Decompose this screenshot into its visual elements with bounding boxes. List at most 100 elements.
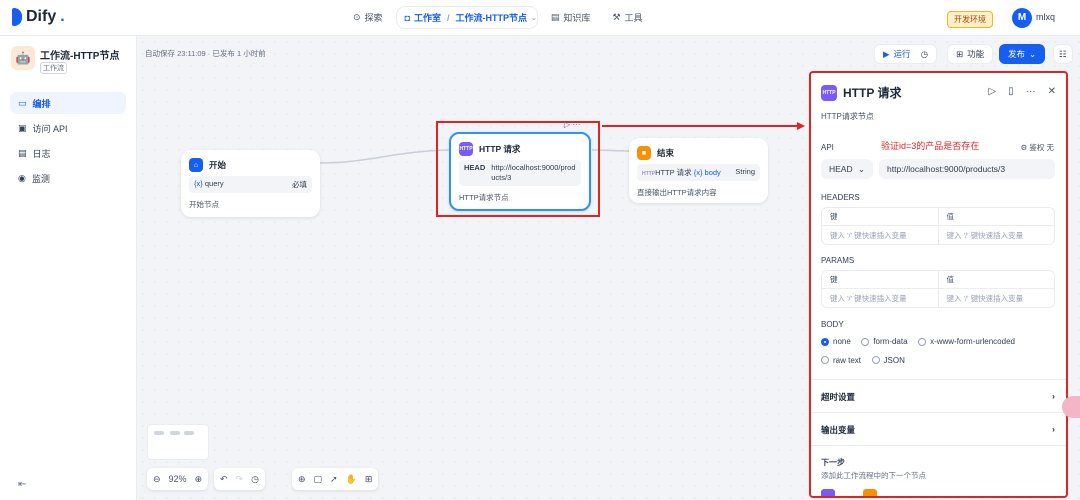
monitor-icon: ◉ xyxy=(18,172,26,183)
end-node-title: 结束 xyxy=(657,148,675,158)
canvas-tools: ⊕ ▢ ➚ ✋ ⊞ xyxy=(292,468,379,490)
http-node-header: HTTP HTTP 请求 xyxy=(451,134,589,160)
breadcrumb-separator: / xyxy=(447,12,450,23)
organize-icon[interactable]: ⊞ xyxy=(365,474,373,485)
note-icon[interactable]: ▢ xyxy=(314,474,323,485)
param-key-input[interactable]: 键入 '/' 键快速插入变量 xyxy=(822,289,938,307)
username[interactable]: mlxq xyxy=(1036,12,1055,22)
node-actions[interactable]: ▷ ··· xyxy=(564,120,580,129)
redo-icon[interactable]: ↷ xyxy=(236,474,244,485)
panel-title-text[interactable]: HTTP 请求 xyxy=(843,84,901,101)
body-option-json[interactable]: JSON xyxy=(871,356,905,365)
body-option-urlencoded[interactable]: x-www-form-urlencoded xyxy=(918,337,1015,346)
start-node[interactable]: ⌂ 开始 {x} query 必填 开始节点 xyxy=(181,150,320,217)
zoom-level[interactable]: 92% xyxy=(169,474,187,484)
table-header-row: 键 值 xyxy=(822,271,1054,289)
url-input[interactable]: http://localhost:9000/products/3 xyxy=(879,159,1055,179)
radio-selected-icon xyxy=(821,337,829,346)
http-node[interactable]: HTTP HTTP 请求 HEAD http://localhost:9000/… xyxy=(449,132,591,211)
flag-icon: ■ xyxy=(637,146,651,160)
top-nav: ⊙ 探索 ◘ 工作室 / 工作流-HTTP节点 ⌄ ▤ 知识库 ⚒ 工具 xyxy=(345,7,651,28)
auth-button[interactable]: ⚙ 鉴权 无 xyxy=(1021,142,1054,153)
file-icon: ▤ xyxy=(18,147,27,158)
layout-icon: ▭ xyxy=(18,97,27,108)
app-name[interactable]: 工作流-HTTP节点 xyxy=(40,47,119,62)
http-node-desc: HTTP请求节点 xyxy=(459,192,509,202)
annotation-text: 验证id=3的产品是否存在 xyxy=(881,141,980,151)
version-history-icon[interactable]: ◷ xyxy=(251,474,259,485)
chevron-down-icon: ⌄ xyxy=(857,163,865,174)
sidebar-item-label: 日志 xyxy=(32,148,51,159)
panel-title: HTTP HTTP 请求 xyxy=(821,84,901,101)
more-icon[interactable]: ··· xyxy=(1026,86,1036,97)
pointer-icon[interactable]: ➚ xyxy=(330,474,338,485)
minimap[interactable] xyxy=(147,424,209,460)
start-node-desc: 开始节点 xyxy=(189,200,219,209)
timeout-section[interactable]: 超时设置 › xyxy=(821,391,1055,403)
edge-start-http xyxy=(319,149,450,164)
sidebar-item-api[interactable]: ▣ 访问 API xyxy=(10,117,126,139)
undo-icon[interactable]: ↶ xyxy=(220,474,228,485)
nav-studio[interactable]: ◘ 工作室 / 工作流-HTTP节点 ⌄ xyxy=(396,7,537,28)
dify-logo[interactable]: Dify. xyxy=(12,8,65,26)
chevron-down-icon: ⌄ xyxy=(531,14,537,22)
http-url: http://localhost:9000/products/3 xyxy=(491,163,576,182)
avatar[interactable]: M xyxy=(1012,8,1032,28)
http-icon: HTTP xyxy=(821,84,837,101)
end-variable-name: body xyxy=(704,168,721,177)
book-icon[interactable]: ▯ xyxy=(1008,86,1014,97)
next-step-desc: 添加此工作流程中的下一个节点 xyxy=(821,471,926,480)
body-option-none[interactable]: none xyxy=(821,337,851,346)
end-node[interactable]: ■ 结束 HTTPHTTP 请求 {x} body String 直接输出HTT… xyxy=(629,138,768,203)
panel-actions: ▷ ▯ ··· ✕ xyxy=(988,86,1056,97)
chevron-right-icon: › xyxy=(1052,391,1055,401)
chevron-right-icon: › xyxy=(1052,424,1055,434)
floating-helper-icon[interactable] xyxy=(1062,396,1080,418)
env-badge: 开发环境 xyxy=(947,11,993,28)
panel-description[interactable]: HTTP请求节点 xyxy=(821,111,874,122)
tool-icon: ⚒ xyxy=(612,12,621,22)
zoom-in-icon[interactable]: ⊕ xyxy=(195,474,203,485)
radio-icon xyxy=(861,337,870,346)
nav-tools[interactable]: ⚒ 工具 xyxy=(604,7,650,28)
header-key-input[interactable]: 键入 '/' 键快速插入变量 xyxy=(822,226,938,244)
nav-explore[interactable]: ⊙ 探索 xyxy=(345,7,391,28)
play-icon[interactable]: ▷ xyxy=(988,86,996,97)
body-option-raw-text[interactable]: raw text xyxy=(821,356,861,365)
logo-mark xyxy=(12,8,22,26)
history-controls: ↶ ↷ ◷ xyxy=(214,468,265,490)
app-icon: 🤖 xyxy=(11,46,35,70)
sidebar-item-logs[interactable]: ▤ 日志 xyxy=(10,142,126,164)
nav-current-app[interactable]: 工作流-HTTP节点 xyxy=(456,11,528,24)
param-value-input[interactable]: 键入 '/' 键快速插入变量 xyxy=(937,289,1055,307)
start-variable-name: query xyxy=(204,179,224,188)
nav-knowledge[interactable]: ▤ 知识库 xyxy=(543,7,599,28)
zoom-controls: ⊖ 92% ⊕ xyxy=(147,468,209,490)
explore-icon: ⊙ xyxy=(353,12,361,22)
sidebar-item-monitor[interactable]: ◉ 监测 xyxy=(10,167,126,189)
close-icon[interactable]: ✕ xyxy=(1048,86,1056,97)
radio-icon xyxy=(821,356,829,364)
app-type-badge: 工作流 xyxy=(40,62,67,74)
method-select[interactable]: HEAD ⌄ xyxy=(821,159,873,179)
nav-knowledge-label: 知识库 xyxy=(563,13,591,23)
add-node-icon[interactable]: ⊕ xyxy=(298,474,306,485)
body-type-options: none form-data x-www-form-urlencoded raw… xyxy=(821,337,1061,366)
home-icon: ⌂ xyxy=(189,158,203,172)
hand-icon[interactable]: ✋ xyxy=(346,474,357,485)
method-value: HEAD xyxy=(829,164,853,174)
next-end-icon xyxy=(863,489,877,496)
sidebar-item-orchestrate[interactable]: ▭ 编排 xyxy=(10,92,126,114)
nav-explore-label: 探索 xyxy=(364,13,383,23)
divider xyxy=(811,445,1066,446)
table-header-row: 键 值 xyxy=(822,208,1054,226)
output-variables-section[interactable]: 输出变量 › xyxy=(821,424,1055,436)
header-value-input[interactable]: 键入 '/' 键快速插入变量 xyxy=(937,226,1055,244)
body-option-form-data[interactable]: form-data xyxy=(861,337,908,346)
sidebar-item-label: 监测 xyxy=(31,173,50,184)
end-node-desc: 直接输出HTTP请求内容 xyxy=(637,188,717,197)
sidebar-item-label: 编排 xyxy=(32,98,51,109)
collapse-icon[interactable]: ⇤ xyxy=(18,479,26,490)
zoom-out-icon[interactable]: ⊖ xyxy=(153,474,161,485)
body-option-label: raw text xyxy=(833,355,862,365)
